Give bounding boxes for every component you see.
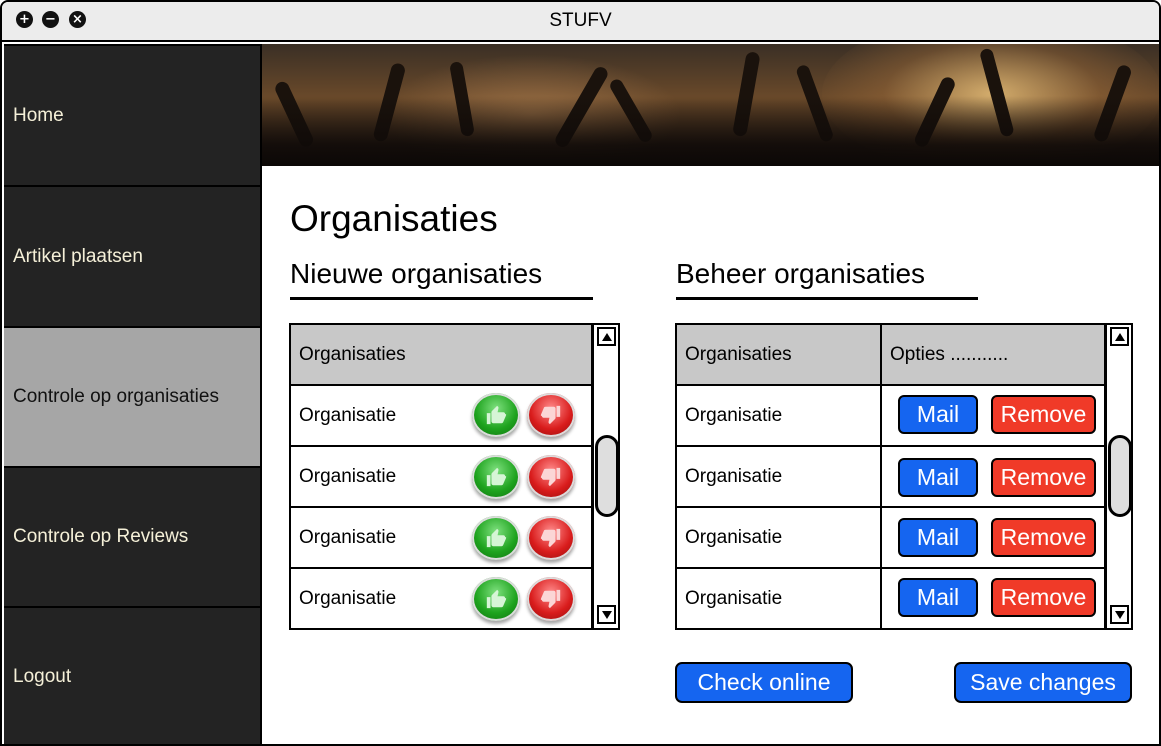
window-title: STUFV <box>549 10 612 31</box>
reject-button[interactable] <box>527 455 575 499</box>
organisation-name: Organisatie <box>299 587 397 609</box>
remove-button[interactable]: Remove <box>991 518 1096 557</box>
reject-button[interactable] <box>527 577 575 621</box>
thumbs-down-icon <box>540 528 561 548</box>
sidebar-item-label: Controle op organisaties <box>13 386 219 407</box>
thumbs-down-icon <box>540 589 561 609</box>
sidebar-item-label: Artikel plaatsen <box>13 245 143 267</box>
organisation-name: Organisatie <box>685 526 783 548</box>
remove-button[interactable]: Remove <box>991 578 1096 617</box>
table-row: Organisatie <box>677 447 880 506</box>
thumbs-down-icon <box>540 405 561 425</box>
section-underline <box>676 297 978 300</box>
manage-organisations-table: Organisaties Opties ........... Organisa… <box>675 323 1133 630</box>
mail-button[interactable]: Mail <box>898 395 978 434</box>
approve-button[interactable] <box>472 577 520 621</box>
manage-organisations-title: Beheer organisaties <box>676 258 926 289</box>
sidebar: Home Artikel plaatsen Controle op organi… <box>4 44 262 744</box>
organisation-name: Organisatie <box>299 526 397 548</box>
sidebar-item-logout[interactable]: Logout <box>4 608 260 744</box>
vertical-scrollbar[interactable] <box>1104 325 1132 628</box>
table-row: Organisatie <box>677 569 880 628</box>
mail-button[interactable]: Mail <box>898 578 978 617</box>
sidebar-item-controle-reviews[interactable]: Controle op Reviews <box>4 468 260 606</box>
thumbs-up-icon <box>486 467 507 487</box>
sidebar-item-controle-organisaties[interactable]: Controle op organisaties <box>4 328 260 466</box>
sidebar-item-home[interactable]: Home <box>4 46 260 185</box>
approve-button[interactable] <box>472 393 520 437</box>
scroll-up-arrow-icon[interactable] <box>597 327 616 346</box>
section-underline <box>290 297 593 300</box>
table-row: Organisatie <box>677 386 880 445</box>
organisation-name: Organisatie <box>299 404 397 426</box>
banner-image <box>262 44 1159 166</box>
column-header-organisaties: Organisaties <box>685 343 792 365</box>
thumbs-up-icon <box>486 589 507 609</box>
title-bar: + − × STUFV <box>2 2 1159 42</box>
reject-button[interactable] <box>527 393 575 437</box>
remove-button[interactable]: Remove <box>991 458 1096 497</box>
scrollbar-thumb[interactable] <box>595 435 619 517</box>
table-header: Organisaties <box>291 325 593 384</box>
approve-button[interactable] <box>472 455 520 499</box>
column-header-organisaties: Organisaties <box>299 343 406 365</box>
sidebar-item-label: Logout <box>13 666 72 687</box>
vertical-scrollbar[interactable] <box>591 325 619 628</box>
new-organisations-table: Organisaties Organisatie Organisatie Org… <box>289 323 620 630</box>
mail-button[interactable]: Mail <box>898 518 978 557</box>
organisation-name: Organisatie <box>685 587 783 609</box>
scroll-up-arrow-icon[interactable] <box>1110 327 1129 346</box>
scrollbar-thumb[interactable] <box>1108 435 1132 517</box>
table-row: Organisatie <box>677 508 880 567</box>
column-divider <box>880 325 882 628</box>
scroll-down-arrow-icon[interactable] <box>1110 605 1129 624</box>
reject-button[interactable] <box>527 516 575 560</box>
page-title: Organisaties <box>290 198 498 239</box>
app-window: + − × STUFV Home Artikel plaatsen Contro… <box>0 0 1161 746</box>
table-header: Opties ........... <box>882 325 1106 384</box>
thumbs-up-icon <box>486 405 507 425</box>
approve-button[interactable] <box>472 516 520 560</box>
scroll-down-arrow-icon[interactable] <box>597 605 616 624</box>
check-online-button[interactable]: Check online <box>675 662 853 703</box>
remove-button[interactable]: Remove <box>991 395 1096 434</box>
banner-crowd <box>262 96 1159 166</box>
table-header: Organisaties <box>677 325 880 384</box>
column-header-opties: Opties ........... <box>890 343 1009 365</box>
organisation-name: Organisatie <box>685 404 783 426</box>
organisation-name: Organisatie <box>299 465 397 487</box>
thumbs-down-icon <box>540 467 561 487</box>
thumbs-up-icon <box>486 528 507 548</box>
sidebar-item-artikel-plaatsen[interactable]: Artikel plaatsen <box>4 187 260 326</box>
save-changes-button[interactable]: Save changes <box>954 662 1132 703</box>
new-organisations-title: Nieuwe organisaties <box>290 258 543 289</box>
sidebar-item-label: Controle op Reviews <box>13 526 189 547</box>
sidebar-item-label: Home <box>13 104 64 126</box>
mail-button[interactable]: Mail <box>898 458 978 497</box>
organisation-name: Organisatie <box>685 465 783 487</box>
